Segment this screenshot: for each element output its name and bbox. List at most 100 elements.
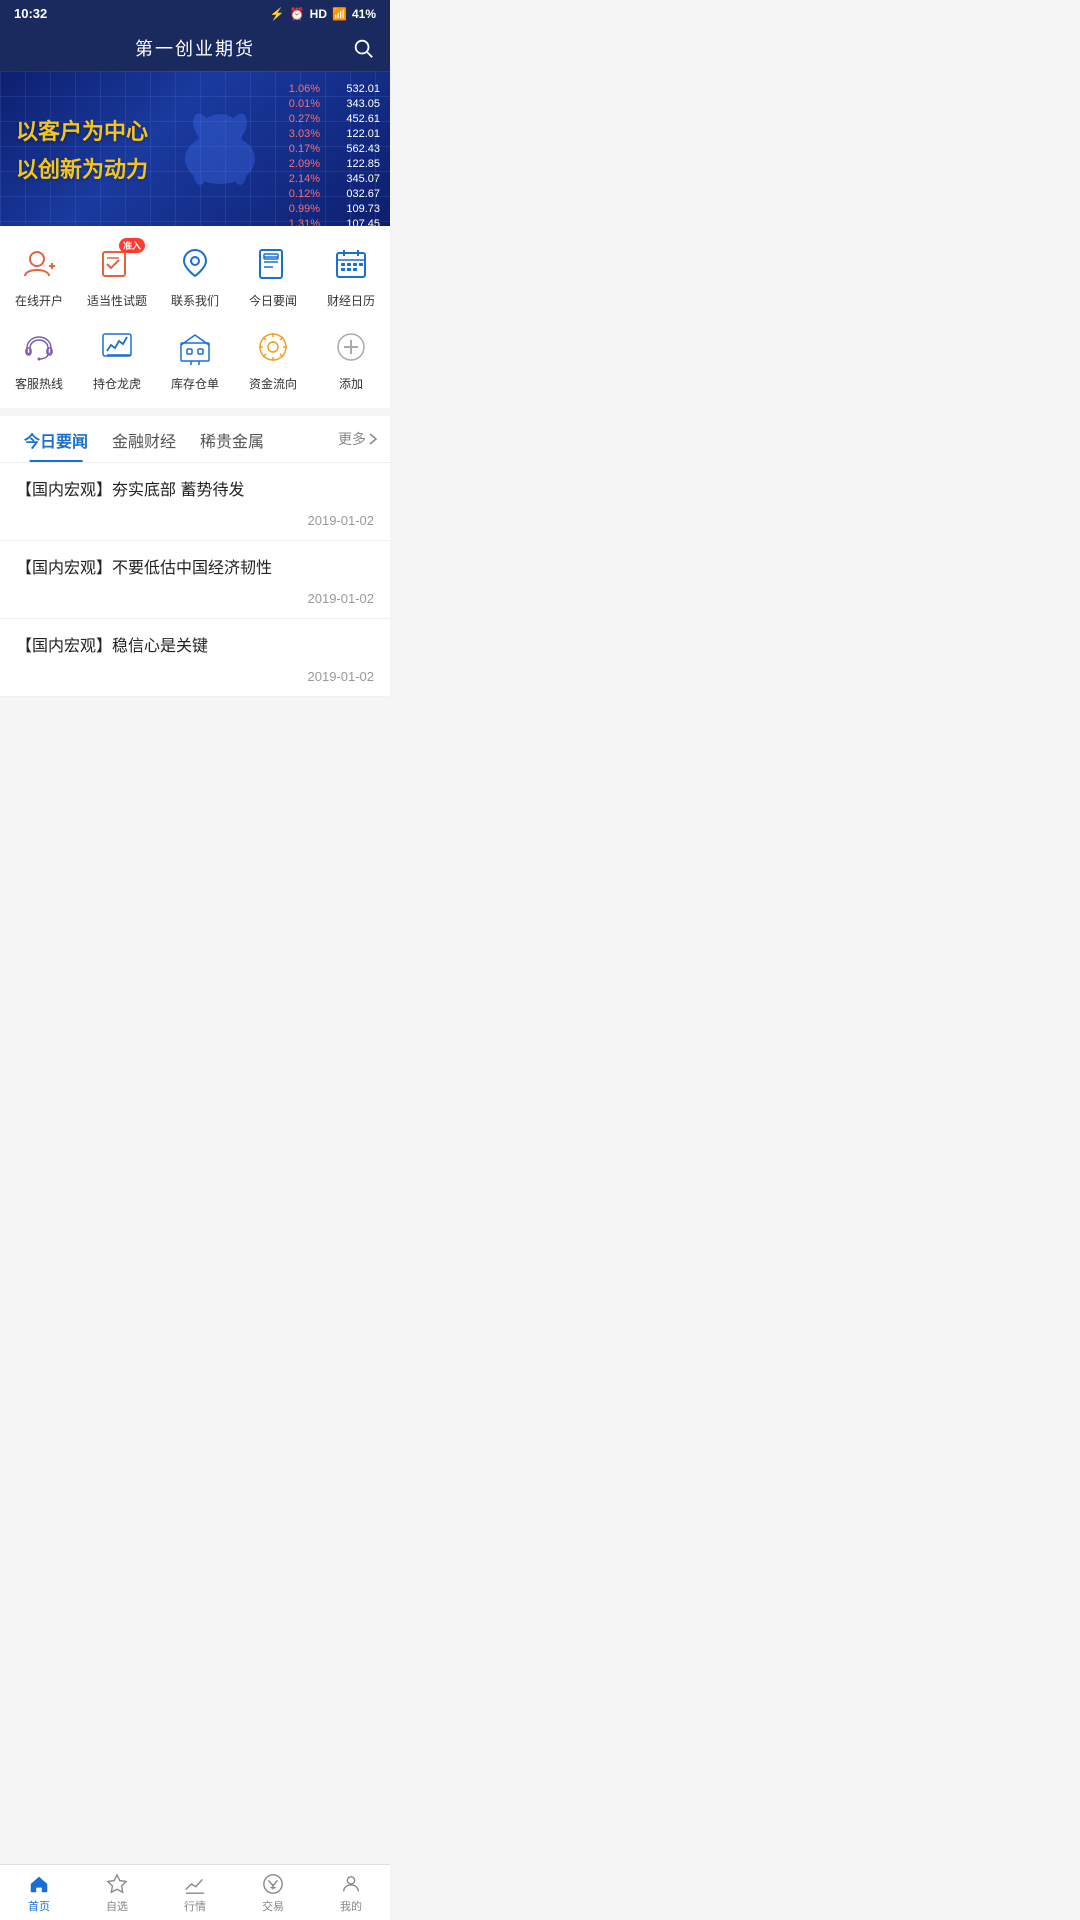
news-title: 【国内宏观】不要低估中国经济韧性 bbox=[16, 557, 374, 581]
person-icon bbox=[340, 1873, 362, 1895]
menu-item-add[interactable]: 添加 bbox=[316, 325, 386, 392]
banner-pct: 0.99% bbox=[275, 203, 320, 215]
daily-news-icon-wrapper bbox=[251, 242, 295, 286]
banner-line2: 以创新为动力 bbox=[16, 152, 148, 184]
banner: 以客户为中心 以创新为动力 1.06%532.010.01%343.050.27… bbox=[0, 71, 390, 226]
customer-service-icon-wrapper bbox=[17, 325, 61, 369]
tabs-more-label: 更多 bbox=[338, 429, 366, 449]
banner-data-row: 1.31% 107.45 bbox=[275, 218, 380, 226]
open-account-icon bbox=[21, 246, 57, 282]
menu-item-customer-service[interactable]: 客服热线 bbox=[4, 325, 74, 392]
nav-market[interactable]: 行情 bbox=[156, 1873, 234, 1914]
menu-item-position-leaderboard[interactable]: 持仓龙虎 bbox=[82, 325, 152, 392]
quick-menu-row1: 在线开户 准入 适当性试题 联系我们 bbox=[0, 238, 390, 313]
add-label: 添加 bbox=[339, 375, 363, 392]
tabs-more-button[interactable]: 更多 bbox=[338, 429, 378, 449]
menu-item-warehouse-receipt[interactable]: 库存仓单 bbox=[160, 325, 230, 392]
wifi-icon: 📶 bbox=[332, 7, 347, 21]
quick-menu: 在线开户 准入 适当性试题 联系我们 bbox=[0, 226, 390, 408]
nav-trade-label: 交易 bbox=[262, 1898, 284, 1914]
banner-pct: 0.17% bbox=[275, 143, 320, 155]
daily-news-icon bbox=[255, 246, 291, 282]
menu-item-open-account[interactable]: 在线开户 bbox=[4, 242, 74, 309]
menu-item-daily-news[interactable]: 今日要闻 bbox=[238, 242, 308, 309]
banner-data-row: 0.17%562.43 bbox=[275, 143, 380, 155]
banner-data-table: 1.06%532.010.01%343.050.27%452.613.03%12… bbox=[275, 83, 380, 226]
nav-market-label: 行情 bbox=[184, 1898, 206, 1914]
warehouse-receipt-icon bbox=[177, 329, 213, 365]
search-button[interactable] bbox=[352, 37, 374, 59]
chart-line-icon bbox=[184, 1873, 206, 1895]
warehouse-receipt-icon-wrapper bbox=[173, 325, 217, 369]
news-section: 今日要闻 金融财经 稀贵金属 更多 【国内宏观】夯实底部 蓄势待发 2019-0… bbox=[0, 416, 390, 697]
menu-item-aptitude-test[interactable]: 准入 适当性试题 bbox=[82, 242, 152, 309]
banner-data-row: 0.99% 109.73 bbox=[275, 203, 380, 215]
add-icon-wrapper bbox=[329, 325, 373, 369]
banner-data-row: 2.14%345.07 bbox=[275, 173, 380, 185]
news-title: 【国内宏观】稳信心是关键 bbox=[16, 635, 374, 659]
banner-line1: 以客户为中心 bbox=[16, 114, 148, 146]
news-list: 【国内宏观】夯实底部 蓄势待发 2019-01-02 【国内宏观】不要低估中国经… bbox=[0, 463, 390, 697]
nav-home[interactable]: 首页 bbox=[0, 1873, 78, 1914]
banner-pct: 0.12% bbox=[275, 188, 320, 200]
banner-val: 107.45 bbox=[330, 218, 380, 226]
contact-label: 联系我们 bbox=[171, 292, 219, 309]
nav-trade[interactable]: 交易 bbox=[234, 1873, 312, 1914]
banner-pct: 1.31% bbox=[275, 218, 320, 226]
alarm-icon: ⏰ bbox=[290, 7, 305, 21]
aptitude-test-label: 适当性试题 bbox=[87, 292, 147, 309]
open-account-icon-wrapper bbox=[17, 242, 61, 286]
status-bar: 10:32 ⚡ ⏰ HD 📶 41% bbox=[0, 0, 390, 25]
capital-flow-label: 资金流向 bbox=[249, 375, 297, 392]
nav-profile-label: 我的 bbox=[340, 1898, 362, 1914]
app-header: 第一创业期货 bbox=[0, 25, 390, 71]
position-leaderboard-icon-wrapper bbox=[95, 325, 139, 369]
nav-watchlist[interactable]: 自选 bbox=[78, 1873, 156, 1914]
customer-service-icon bbox=[21, 329, 57, 365]
financial-calendar-icon bbox=[333, 246, 369, 282]
menu-item-capital-flow[interactable]: 资金流向 bbox=[238, 325, 308, 392]
contact-icon bbox=[177, 246, 213, 282]
add-circle-icon bbox=[333, 329, 369, 365]
status-time: 10:32 bbox=[14, 6, 47, 21]
home-icon bbox=[28, 1873, 50, 1895]
nav-watchlist-label: 自选 bbox=[106, 1898, 128, 1914]
news-list-item[interactable]: 【国内宏观】稳信心是关键 2019-01-02 bbox=[0, 619, 390, 697]
quick-menu-row2: 客服热线 持仓龙虎 bbox=[0, 321, 390, 396]
star-icon bbox=[106, 1873, 128, 1895]
tab-financial[interactable]: 金融财经 bbox=[100, 416, 188, 462]
position-leaderboard-icon bbox=[99, 329, 135, 365]
aptitude-test-icon-wrapper: 准入 bbox=[95, 242, 139, 286]
capital-flow-icon-wrapper bbox=[251, 325, 295, 369]
open-account-label: 在线开户 bbox=[15, 292, 63, 309]
tab-precious-metals[interactable]: 稀贵金属 bbox=[188, 416, 276, 462]
banner-val: 122.85 bbox=[330, 158, 380, 170]
battery-label: 41% bbox=[352, 7, 376, 21]
nav-profile[interactable]: 我的 bbox=[312, 1873, 390, 1914]
warehouse-receipt-label: 库存仓单 bbox=[171, 375, 219, 392]
banner-val: 343.05 bbox=[330, 98, 380, 110]
menu-item-financial-calendar[interactable]: 财经日历 bbox=[316, 242, 386, 309]
news-date: 2019-01-02 bbox=[16, 669, 374, 684]
banner-data-row: 0.01% 343.05 bbox=[275, 98, 380, 110]
banner-val: 122.01 bbox=[330, 128, 380, 140]
news-list-item[interactable]: 【国内宏观】夯实底部 蓄势待发 2019-01-02 bbox=[0, 463, 390, 541]
menu-item-contact[interactable]: 联系我们 bbox=[160, 242, 230, 309]
banner-val: 109.73 bbox=[330, 203, 380, 215]
banner-pct: 0.01% bbox=[275, 98, 320, 110]
banner-pct: 2.14% bbox=[275, 173, 320, 185]
financial-calendar-icon-wrapper bbox=[329, 242, 373, 286]
banner-pct: 0.27% bbox=[275, 113, 320, 125]
customer-service-label: 客服热线 bbox=[15, 375, 63, 392]
news-list-item[interactable]: 【国内宏观】不要低估中国经济韧性 2019-01-02 bbox=[0, 541, 390, 619]
banner-pct: 2.09% bbox=[275, 158, 320, 170]
financial-calendar-label: 财经日历 bbox=[327, 292, 375, 309]
tab-today-news[interactable]: 今日要闻 bbox=[12, 416, 100, 462]
banner-pct: 1.06% bbox=[275, 83, 320, 95]
aptitude-badge: 准入 bbox=[119, 238, 145, 253]
app-title: 第一创业期货 bbox=[135, 35, 255, 61]
bull-graphic bbox=[170, 99, 270, 199]
news-tabs-header: 今日要闻 金融财经 稀贵金属 更多 bbox=[0, 416, 390, 463]
news-date: 2019-01-02 bbox=[16, 513, 374, 528]
banner-data-row: 0.27%452.61 bbox=[275, 113, 380, 125]
